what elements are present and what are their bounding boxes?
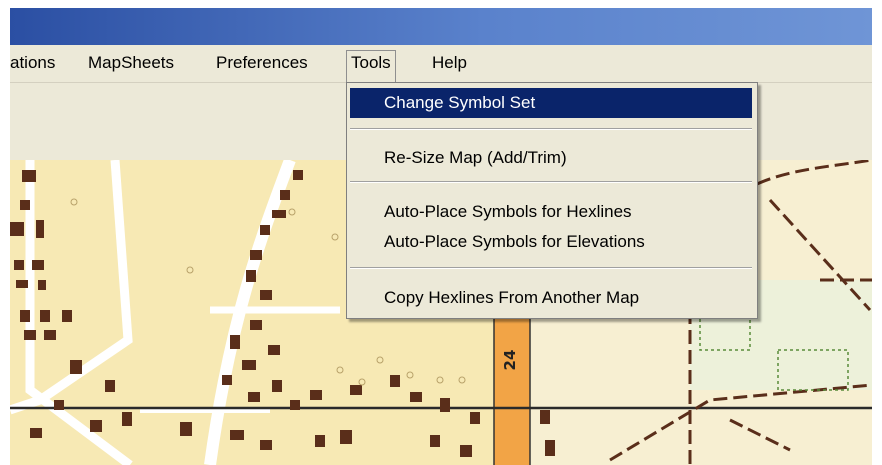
- menu-operations[interactable]: ations: [6, 51, 59, 75]
- menu-separator: [350, 181, 752, 183]
- menu-item-change-symbol-set[interactable]: Change Symbol Set: [350, 88, 752, 118]
- menu-item-auto-place-elevations[interactable]: Auto-Place Symbols for Elevations: [350, 227, 752, 257]
- menu-separator: [350, 128, 752, 130]
- menu-item-copy-hexlines[interactable]: Copy Hexlines From Another Map: [350, 283, 752, 313]
- menu-preferences[interactable]: Preferences: [212, 51, 312, 75]
- application-window: ations MapSheets Preferences Tools Help …: [0, 0, 882, 465]
- menu-item-resize-map[interactable]: Re-Size Map (Add/Trim): [350, 143, 752, 173]
- menu-help[interactable]: Help: [428, 51, 471, 75]
- menu-bar: ations MapSheets Preferences Tools Help: [10, 45, 872, 84]
- menu-tools[interactable]: Tools: [346, 50, 396, 84]
- road-number-label: 24: [501, 350, 519, 371]
- menu-mapsheets[interactable]: MapSheets: [84, 51, 178, 75]
- menu-separator: [350, 267, 752, 269]
- menu-item-auto-place-hexlines[interactable]: Auto-Place Symbols for Hexlines: [350, 197, 752, 227]
- title-bar[interactable]: [10, 8, 872, 45]
- tools-dropdown-menu: Change Symbol Set Re-Size Map (Add/Trim)…: [346, 82, 758, 319]
